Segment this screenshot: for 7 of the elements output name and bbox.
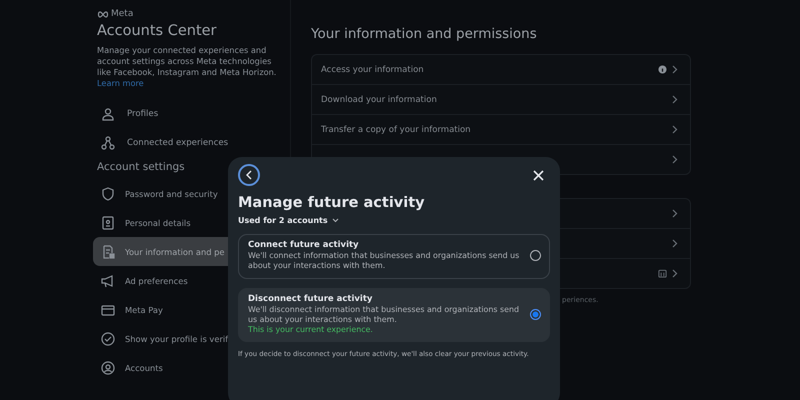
section-title: Your information and permissions bbox=[311, 26, 538, 42]
dialog-title: Manage future activity bbox=[238, 195, 426, 211]
option-title: Disconnect future activity bbox=[248, 294, 374, 304]
brand-name: Meta bbox=[111, 9, 134, 19]
page-title: Accounts Center bbox=[97, 23, 218, 39]
description-text: Manage your connected experiences and account settings across Meta technologies like Facebook, Instagram and Meta Horizon. bbox=[97, 45, 277, 78]
section-heading: Account settings bbox=[97, 161, 186, 173]
